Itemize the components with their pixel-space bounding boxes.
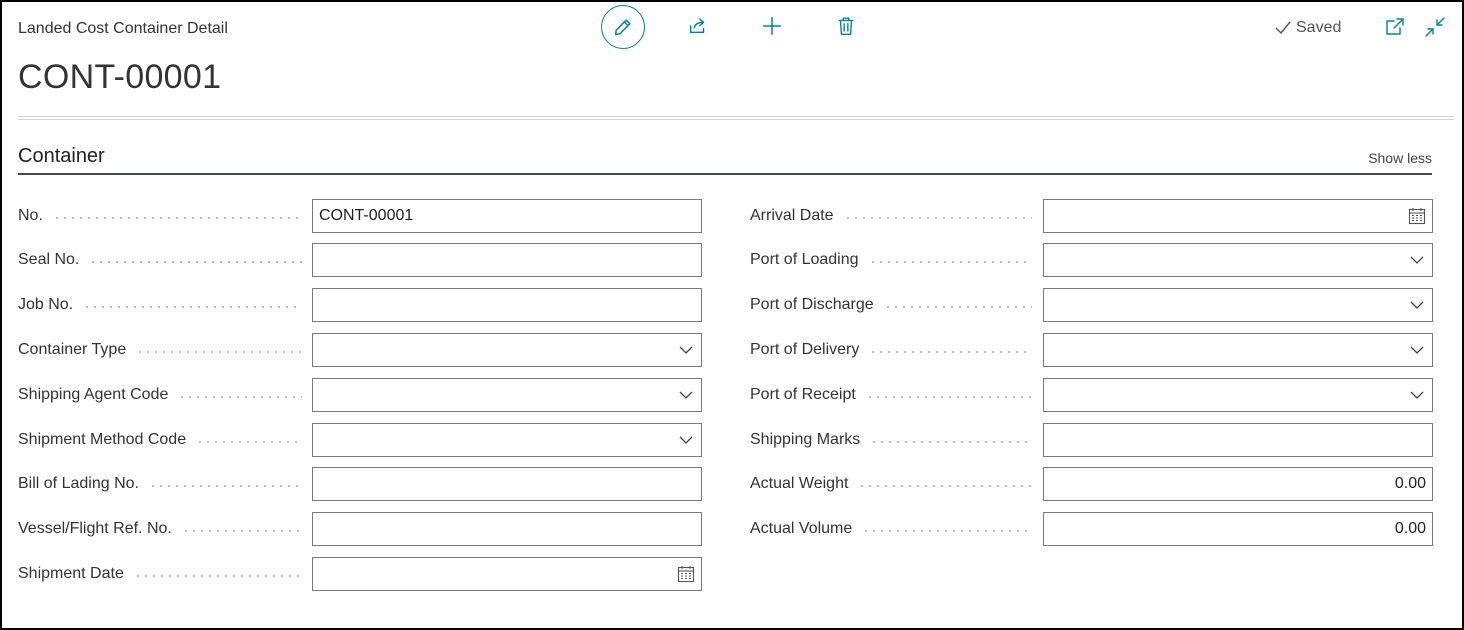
actual-weight-input[interactable]: 0.00 xyxy=(1043,467,1433,501)
field-label-actual-volume: Actual Volume xyxy=(750,512,1032,546)
show-less-link[interactable]: Show less xyxy=(1368,150,1432,166)
field-label-shipment-method-code: Shipment Method Code xyxy=(18,423,302,457)
shipment-method-code-select[interactable] xyxy=(312,423,702,457)
port-of-discharge-select[interactable] xyxy=(1043,288,1433,322)
delete-button[interactable] xyxy=(834,14,858,38)
field-label-port-of-delivery: Port of Delivery xyxy=(750,333,1032,367)
header-divider xyxy=(18,116,1454,117)
open-in-new-window-icon xyxy=(1386,18,1404,35)
seal-no-input[interactable] xyxy=(312,243,702,277)
saved-status: Saved xyxy=(1274,19,1341,37)
plus-icon xyxy=(763,17,781,35)
checkmark-icon xyxy=(1275,21,1291,35)
field-label-actual-weight: Actual Weight xyxy=(750,467,1032,501)
port-of-loading-select[interactable] xyxy=(1043,243,1433,277)
open-new-window-button[interactable] xyxy=(1384,16,1406,38)
calendar-icon xyxy=(1408,208,1426,225)
chevron-down-icon xyxy=(679,346,693,354)
port-of-delivery-select[interactable] xyxy=(1043,333,1433,367)
share-icon xyxy=(689,18,705,34)
field-label-shipment-date: Shipment Date xyxy=(18,557,302,591)
trash-icon xyxy=(838,17,854,35)
card-page: Landed Cost Container Detail CONT-00001 xyxy=(0,0,1464,630)
shipping-agent-code-select[interactable] xyxy=(312,378,702,412)
field-label-job-no: Job No. xyxy=(18,288,302,322)
chevron-down-icon xyxy=(679,436,693,444)
field-label-arrival-date: Arrival Date xyxy=(750,199,1032,233)
calendar-icon xyxy=(677,566,695,583)
field-label-container-type: Container Type xyxy=(18,333,302,367)
arrival-date-input[interactable] xyxy=(1043,199,1433,233)
job-no-input[interactable] xyxy=(312,288,702,322)
shipment-date-input[interactable] xyxy=(312,557,702,591)
field-label-bill-of-lading-no: Bill of Lading No. xyxy=(18,467,302,501)
chevron-down-icon xyxy=(679,391,693,399)
field-label-port-of-loading: Port of Loading xyxy=(750,243,1032,277)
field-label-seal-no: Seal No. xyxy=(18,243,302,277)
field-label-shipping-agent-code: Shipping Agent Code xyxy=(18,378,302,412)
field-label-vessel-flight-ref-no: Vessel/Flight Ref. No. xyxy=(18,512,302,546)
container-type-select[interactable] xyxy=(312,333,702,367)
saved-label: Saved xyxy=(1296,19,1342,36)
bill-of-lading-no-input[interactable] xyxy=(312,467,702,501)
field-label-port-of-receipt: Port of Receipt xyxy=(750,378,1032,412)
chevron-down-icon xyxy=(1410,346,1424,354)
chevron-down-icon xyxy=(1410,301,1424,309)
page-caption: Landed Cost Container Detail xyxy=(18,20,228,37)
shipping-marks-input[interactable] xyxy=(1043,423,1433,457)
share-button[interactable] xyxy=(686,14,710,38)
new-button[interactable] xyxy=(760,14,784,38)
edit-button[interactable] xyxy=(601,5,645,49)
page-title: CONT-00001 xyxy=(18,58,222,96)
collapse-icon xyxy=(1425,17,1445,37)
vessel-flight-ref-no-input[interactable] xyxy=(312,512,702,546)
chevron-down-icon xyxy=(1410,256,1424,264)
port-of-receipt-select[interactable] xyxy=(1043,378,1433,412)
section-title: Container xyxy=(18,145,105,167)
chevron-down-icon xyxy=(1410,391,1424,399)
field-label-no: No. xyxy=(18,199,302,233)
no-input[interactable]: CONT-00001 xyxy=(312,199,702,233)
header-divider xyxy=(18,119,1454,120)
field-label-port-of-discharge: Port of Discharge xyxy=(750,288,1032,322)
collapse-button[interactable] xyxy=(1424,16,1446,38)
pencil-icon xyxy=(614,19,631,36)
section-divider xyxy=(18,173,1432,175)
field-label-shipping-marks: Shipping Marks xyxy=(750,423,1032,457)
actual-volume-input[interactable]: 0.00 xyxy=(1043,512,1433,546)
